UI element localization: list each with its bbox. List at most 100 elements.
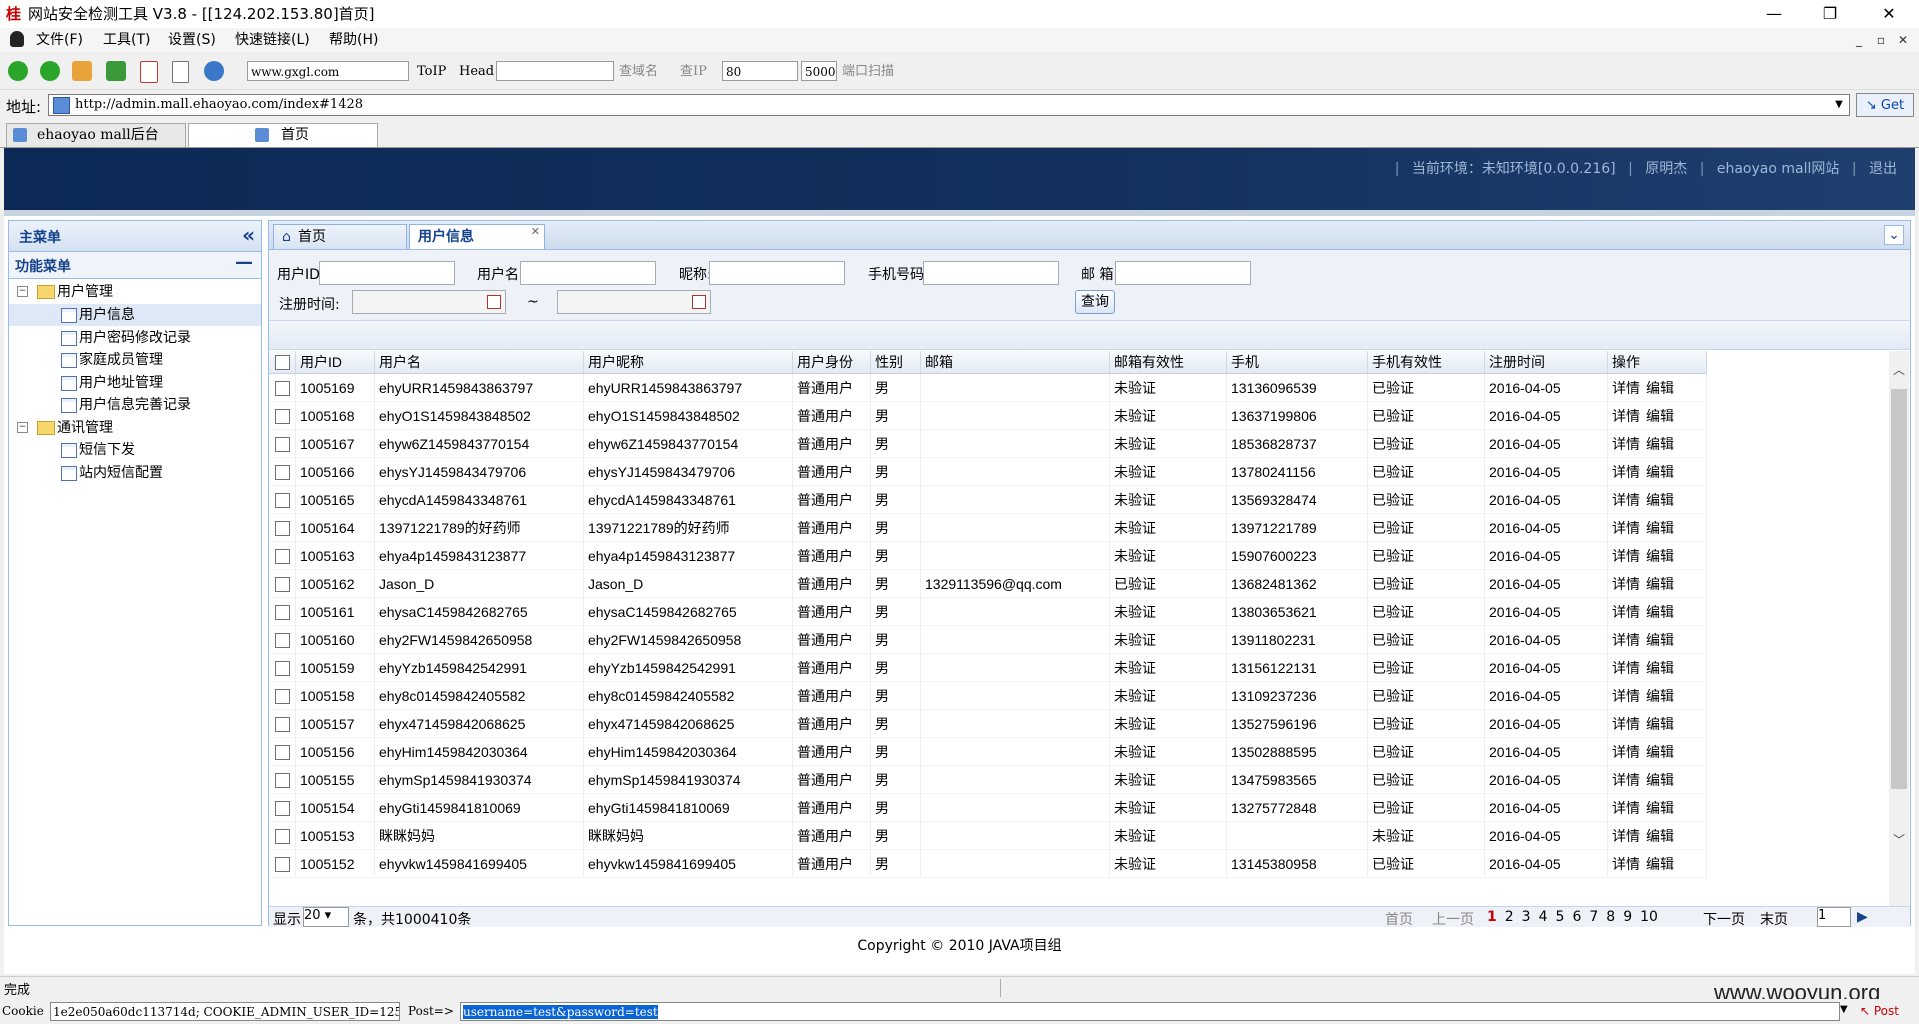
page-number-link[interactable]: 5 xyxy=(1556,909,1565,925)
table-row[interactable]: 1005163 ehya4p1459843123877 ehya4p14598431… xyxy=(269,541,1707,570)
page-number-link[interactable]: 8 xyxy=(1606,909,1615,925)
menu-quick-links[interactable]: 快速链接(L) xyxy=(235,31,310,49)
select-all-checkbox[interactable] xyxy=(274,355,290,371)
edit-link[interactable]: 编辑 xyxy=(1646,576,1674,592)
mdi-restore-button[interactable]: ▫ xyxy=(1870,30,1892,50)
edit-link[interactable]: 编辑 xyxy=(1646,856,1674,872)
page-number-link[interactable]: 6 xyxy=(1572,909,1581,925)
maximize-button[interactable]: ❐ xyxy=(1807,0,1853,28)
minimize-button[interactable]: — xyxy=(1751,0,1797,28)
row-checkbox[interactable] xyxy=(274,632,290,648)
detail-link[interactable]: 详情 xyxy=(1612,744,1640,760)
edit-link[interactable]: 编辑 xyxy=(1646,688,1674,704)
page-number-link[interactable]: 7 xyxy=(1589,909,1598,925)
page-size-select[interactable]: 20 ▾ xyxy=(303,907,349,927)
row-checkbox[interactable] xyxy=(274,464,290,480)
email-input[interactable] xyxy=(1115,261,1251,285)
edit-link[interactable]: 编辑 xyxy=(1646,632,1674,648)
row-checkbox[interactable] xyxy=(274,408,290,424)
row-checkbox[interactable] xyxy=(274,828,290,844)
detail-link[interactable]: 详情 xyxy=(1612,436,1640,452)
detail-link[interactable]: 详情 xyxy=(1612,380,1640,396)
row-checkbox[interactable] xyxy=(274,380,290,396)
reg-date-from-input[interactable] xyxy=(352,290,506,314)
collapse-sidebar-icon[interactable]: « xyxy=(242,223,255,247)
row-checkbox[interactable] xyxy=(274,716,290,732)
detail-link[interactable]: 详情 xyxy=(1612,660,1640,676)
reg-date-to-input[interactable] xyxy=(557,290,711,314)
table-row[interactable]: 1005167 ehyw6Z1459843770154 ehyw6Z14598437… xyxy=(269,429,1707,458)
toip-button[interactable]: ToIP xyxy=(417,63,446,81)
table-row[interactable]: 1005159 ehyYzb1459842542991 ehyYzb14598425… xyxy=(269,653,1707,682)
col-email[interactable]: 邮箱 xyxy=(920,351,1110,374)
scroll-thumb[interactable] xyxy=(1891,389,1907,789)
row-checkbox[interactable] xyxy=(274,492,290,508)
get-button[interactable]: ↘ Get xyxy=(1856,93,1914,117)
logout-link[interactable]: 退出 xyxy=(1869,161,1897,177)
col-username[interactable]: 用户名 xyxy=(374,351,584,374)
back-icon[interactable] xyxy=(8,61,28,81)
sidebar-item-sms-send[interactable]: 短信下发 xyxy=(9,439,261,461)
table-row[interactable]: 1005161 ehysaC1459842682765 ehysaC14598426… xyxy=(269,597,1707,626)
page-number-link[interactable]: 2 xyxy=(1505,909,1514,925)
next-page-link[interactable]: 下一页 xyxy=(1703,909,1745,927)
edit-link[interactable]: 编辑 xyxy=(1646,408,1674,424)
browser-tab-home[interactable]: 首页 xyxy=(188,123,378,147)
row-checkbox-cell[interactable] xyxy=(269,513,296,542)
first-page-link[interactable]: 首页 xyxy=(1385,909,1413,927)
detail-link[interactable]: 详情 xyxy=(1612,576,1640,592)
user-id-input[interactable] xyxy=(319,261,455,285)
table-row[interactable]: 1005158 ehy8c01459842405582 ehy8c014598424… xyxy=(269,681,1707,710)
tab-menu-chevron-icon[interactable]: ⌄ xyxy=(1884,225,1904,245)
detail-link[interactable]: 详情 xyxy=(1612,604,1640,620)
page-icon[interactable] xyxy=(172,61,189,83)
table-row[interactable]: 1005157 ehyx471459842068625 ehyx4714598420… xyxy=(269,709,1707,738)
row-checkbox[interactable] xyxy=(274,772,290,788)
tree-expander-icon[interactable]: − xyxy=(17,422,28,433)
row-checkbox[interactable] xyxy=(274,744,290,760)
post-dropdown-icon[interactable]: ▼ xyxy=(1840,1004,1848,1015)
username-input[interactable] xyxy=(520,261,656,285)
col-gender[interactable]: 性别 xyxy=(870,351,921,374)
mdi-close-button[interactable]: ✕ xyxy=(1892,30,1914,50)
row-checkbox[interactable] xyxy=(274,688,290,704)
menu-help[interactable]: 帮助(H) xyxy=(329,31,378,49)
row-checkbox[interactable] xyxy=(274,604,290,620)
forward-icon[interactable] xyxy=(40,61,60,81)
sidebar-item-password-log[interactable]: 用户密码修改记录 xyxy=(9,327,261,349)
edit-link[interactable]: 编辑 xyxy=(1646,520,1674,536)
row-checkbox[interactable] xyxy=(274,548,290,564)
col-email-valid[interactable]: 邮箱有效性 xyxy=(1109,351,1227,374)
detail-link[interactable]: 详情 xyxy=(1612,548,1640,564)
table-row[interactable]: 1005169 ehyURR1459843863797 ehyURR14598438… xyxy=(269,373,1707,402)
head-button[interactable]: Head xyxy=(459,63,494,81)
edit-link[interactable]: 编辑 xyxy=(1646,744,1674,760)
table-scrollbar[interactable]: ︿ ﹀ xyxy=(1889,351,1909,906)
detail-link[interactable]: 详情 xyxy=(1612,464,1640,480)
page-number-link[interactable]: 1 xyxy=(1487,909,1497,925)
calendar-icon[interactable] xyxy=(487,295,501,309)
col-nickname[interactable]: 用户昵称 xyxy=(583,351,793,374)
col-reg-time[interactable]: 注册时间 xyxy=(1484,351,1608,374)
sidebar-item-info-completion[interactable]: 用户信息完善记录 xyxy=(9,394,261,416)
row-checkbox-cell[interactable] xyxy=(269,373,296,402)
row-checkbox[interactable] xyxy=(274,856,290,872)
row-checkbox-cell[interactable] xyxy=(269,569,296,598)
domain-input[interactable]: www.gxgl.com xyxy=(247,61,409,81)
home-icon[interactable] xyxy=(72,61,92,81)
detail-link[interactable]: 详情 xyxy=(1612,520,1640,536)
row-checkbox-cell[interactable] xyxy=(269,541,296,570)
edit-link[interactable]: 编辑 xyxy=(1646,828,1674,844)
table-row[interactable]: 1005162 Jason_D Jason_D 普通用户男 1329113596@qq.… xyxy=(269,569,1707,598)
sidebar-item-address-management[interactable]: 用户地址管理 xyxy=(9,372,261,394)
query-domain-button[interactable]: 查域名 xyxy=(619,63,658,81)
row-checkbox-cell[interactable] xyxy=(269,821,296,850)
row-checkbox[interactable] xyxy=(274,660,290,676)
row-checkbox-cell[interactable] xyxy=(269,485,296,514)
nickname-input[interactable] xyxy=(709,261,845,285)
page-number-link[interactable]: 3 xyxy=(1522,909,1531,925)
edit-link[interactable]: 编辑 xyxy=(1646,436,1674,452)
edit-link[interactable]: 编辑 xyxy=(1646,380,1674,396)
port-scan-button[interactable]: 端口扫描 xyxy=(842,63,894,81)
detail-link[interactable]: 详情 xyxy=(1612,408,1640,424)
